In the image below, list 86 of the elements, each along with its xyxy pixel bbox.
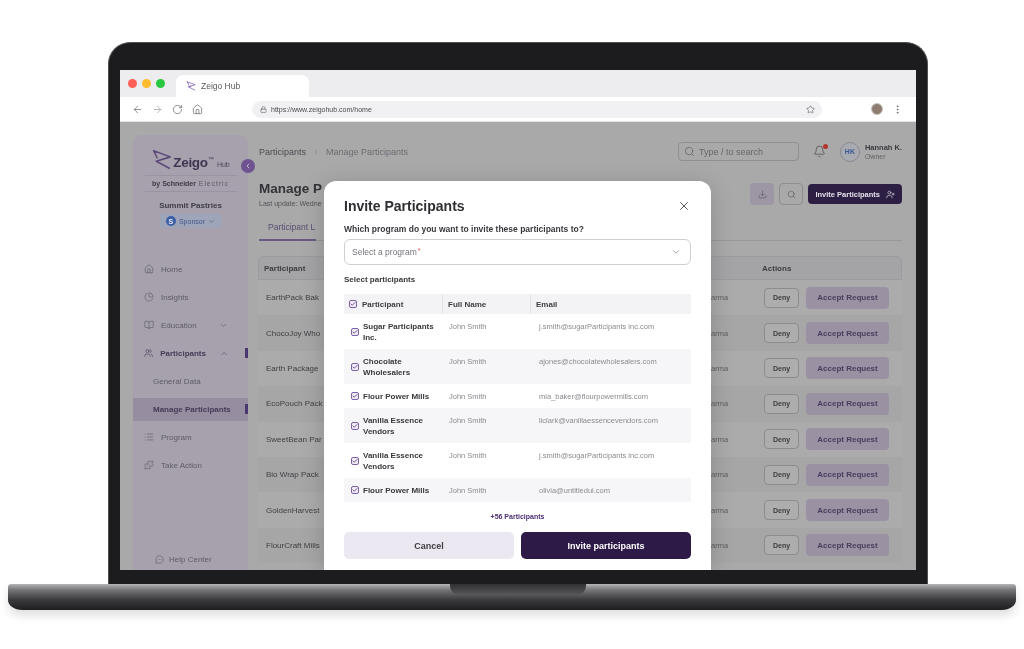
row-checkbox[interactable] (351, 486, 359, 494)
select-all-checkbox[interactable] (349, 300, 357, 308)
bell-icon[interactable] (812, 145, 826, 158)
book-icon (144, 320, 154, 330)
chevron-down-icon (671, 247, 681, 257)
chevron-down-icon (208, 217, 216, 225)
collapse-button[interactable] (241, 159, 255, 173)
column-header: Actions (762, 263, 793, 273)
chat-bubble-icon (155, 554, 164, 564)
window-zoom-button[interactable] (156, 79, 165, 88)
sidebar-item[interactable]: Insights (133, 283, 248, 311)
sidebar-item[interactable]: Participants (133, 339, 248, 367)
row-checkbox[interactable] (351, 392, 359, 400)
sidebar-item[interactable]: Take Action (133, 451, 248, 479)
download-button[interactable] (750, 183, 775, 205)
program-select[interactable]: Select a program$^{*}$ (344, 239, 691, 265)
sidebar-item[interactable]: Program (133, 423, 248, 451)
invite-button[interactable]: Invite participants (521, 532, 691, 559)
house-icon (144, 264, 154, 274)
table-cell-text: EcoPouch Pack (265, 399, 324, 409)
reload-icon[interactable] (172, 103, 183, 115)
table-cell-text: Chocolate Wholesalers (363, 355, 412, 378)
page-title: Manage P (259, 181, 323, 197)
table-cell-text: EarthPack Bak (265, 293, 320, 303)
forward-arrow-icon[interactable] (152, 103, 163, 115)
cancel-button[interactable]: Cancel (344, 532, 514, 559)
column-header: Full Name (448, 299, 487, 309)
browser-tab[interactable]: Zeigo Hub (176, 75, 309, 97)
column-header: Participant (362, 299, 404, 309)
table-cell-text: Bio Wrap Pack (265, 470, 320, 480)
column-header: Participant (263, 263, 307, 273)
row-checkbox[interactable] (351, 421, 359, 430)
accept-request-button[interactable]: Accept Request (806, 286, 889, 309)
page-tab[interactable]: Participant L (259, 215, 317, 241)
table-cell-text: Sugar Participants Inc. (363, 320, 435, 343)
table-cell-text: Vanilla Essence Vendors (363, 449, 425, 472)
chevron-left-icon (244, 162, 252, 170)
close-button[interactable] (677, 199, 691, 213)
accept-request-button[interactable]: Accept Request (806, 463, 889, 486)
table-cell-text: SweetBean Par (265, 434, 323, 444)
logo-mark (151, 148, 173, 170)
accept-request-button[interactable]: Accept Request (806, 428, 889, 451)
program-question: Which program do you want to invite these participants to? (344, 223, 585, 235)
pie-chart-icon (144, 292, 154, 302)
user-plus-icon (886, 189, 895, 199)
search-icon (786, 189, 796, 199)
row-checkbox[interactable] (351, 456, 359, 465)
accept-request-button[interactable]: Accept Request (806, 534, 889, 557)
accept-request-button[interactable]: Accept Request (806, 392, 889, 415)
sidebar-subitem[interactable]: General Data (133, 369, 248, 393)
breadcrumb-link[interactable]: Participants (259, 146, 307, 157)
lock-icon (260, 105, 267, 113)
row-checkbox[interactable] (351, 327, 359, 336)
help-center-link[interactable]: Help Center (133, 552, 248, 570)
tab-logo-icon (186, 81, 196, 91)
list-icon (144, 432, 154, 442)
download-icon (757, 189, 767, 199)
back-arrow-icon[interactable] (132, 103, 143, 115)
search-button[interactable] (779, 183, 804, 205)
close-icon (677, 199, 691, 213)
puzzle-icon (144, 460, 154, 470)
table-cell-text: FlourCraft Mills (265, 540, 321, 550)
row-checkbox[interactable] (351, 362, 359, 371)
section-label: Select participants (344, 275, 417, 285)
column-header: Email (536, 299, 558, 309)
table-cell-text: ChocoJoy Who (265, 328, 322, 338)
dialog-title: Invite Participants (344, 198, 465, 214)
star-icon[interactable] (806, 104, 815, 114)
accept-request-button[interactable]: Accept Request (806, 499, 889, 522)
search-icon (683, 146, 695, 157)
table-cell-text: Earth Package (265, 363, 320, 373)
home-icon[interactable] (192, 103, 203, 115)
organization-name: Summit Pastries (159, 201, 222, 210)
table-cell: Flour Power Mills (363, 390, 430, 402)
window-close-button[interactable] (128, 79, 137, 88)
profile-avatar[interactable] (871, 103, 883, 115)
table-cell-text: GoldenHarvest (265, 505, 321, 515)
table-cell: Flour Power Mills (363, 484, 430, 496)
breadcrumb-current: Manage Participants (326, 146, 409, 157)
sidebar-item[interactable]: Home (133, 255, 248, 283)
sidebar-subitem[interactable]: Manage Participants (133, 397, 248, 421)
accept-request-button[interactable]: Accept Request (806, 322, 889, 345)
users-icon (144, 348, 154, 358)
table-cell-text: Vanilla Essence Vendors (363, 414, 425, 437)
sidebar-item[interactable]: Education (133, 311, 248, 339)
accept-request-button[interactable]: Accept Request (806, 357, 889, 380)
